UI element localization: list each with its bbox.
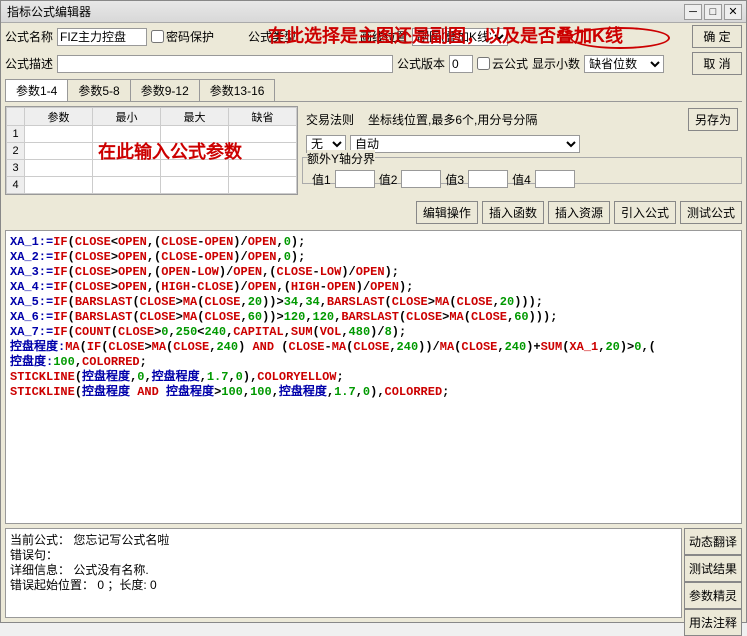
lbl-dec: 显示小数	[532, 55, 580, 72]
minimize-btn[interactable]: ─	[684, 4, 702, 20]
param-2-2[interactable]	[161, 143, 228, 159]
row-name: 公式名称 密码保护 公式类型 画线位置 副图(叠加K线) 确 定	[1, 23, 746, 50]
param-3-1[interactable]	[93, 160, 160, 176]
param-grid: 参数最小最大缺省1234	[5, 106, 298, 195]
param-1-1[interactable]	[93, 126, 160, 142]
select-dec[interactable]: 缺省位数	[584, 55, 664, 73]
code-editor[interactable]: XA_1:=IF(CLOSE<OPEN,(CLOSE-OPEN)/OPEN,0)…	[5, 230, 742, 524]
lbl-name: 公式名称	[5, 28, 53, 45]
btn-testres[interactable]: 测试结果	[684, 555, 742, 582]
toolbar-row: 编辑操作 插入函数 插入资源 引入公式 测试公式	[1, 199, 746, 226]
mid-area: 参数最小最大缺省1234 交易法则 坐标线位置,最多6个,用分号分隔 另存为 无…	[1, 102, 746, 199]
param-1-0[interactable]	[25, 126, 92, 142]
lbl-type: 公式类型	[248, 28, 296, 45]
row-rule: 交易法则 坐标线位置,最多6个,用分号分隔 另存为	[302, 106, 742, 133]
param-2-3[interactable]	[229, 143, 296, 159]
param-1-2[interactable]	[161, 126, 228, 142]
chk-cloud[interactable]: 云公式	[477, 55, 528, 72]
param-tabs: 参数1-4参数5-8参数9-12参数13-16	[5, 79, 742, 102]
btn-editop[interactable]: 编辑操作	[416, 201, 478, 224]
btn-impform[interactable]: 引入公式	[614, 201, 676, 224]
btn-saveas[interactable]: 另存为	[688, 108, 738, 131]
input-v3[interactable]	[468, 170, 508, 188]
input-ver[interactable]	[449, 55, 473, 73]
btn-test[interactable]: 测试公式	[680, 201, 742, 224]
tab-2[interactable]: 参数9-12	[130, 79, 200, 101]
param-2-0[interactable]	[25, 143, 92, 159]
param-4-3[interactable]	[229, 177, 296, 193]
maximize-btn[interactable]: □	[704, 4, 722, 20]
lbl-extra-y: 额外Y轴分界	[307, 150, 375, 167]
input-desc[interactable]	[57, 55, 393, 73]
btn-cancel[interactable]: 取 消	[692, 52, 742, 75]
btn-dyntrans[interactable]: 动态翻译	[684, 528, 742, 555]
rule-hint: 坐标线位置,最多6个,用分号分隔	[368, 111, 537, 128]
btn-paramwiz[interactable]: 参数精灵	[684, 582, 742, 609]
select-pos[interactable]: 副图(叠加K线)	[412, 28, 508, 46]
input-v2[interactable]	[401, 170, 441, 188]
btn-insres[interactable]: 插入资源	[548, 201, 610, 224]
param-4-1[interactable]	[93, 177, 160, 193]
btn-insfunc[interactable]: 插入函数	[482, 201, 544, 224]
titlebar[interactable]: 指标公式编辑器 ─ □ ✕	[1, 1, 746, 23]
editor-window: 指标公式编辑器 ─ □ ✕ 在此选择是主图还是副图，以及是否叠加K线 在此输入公…	[0, 0, 747, 623]
param-4-0[interactable]	[25, 177, 92, 193]
row-desc: 公式描述 公式版本 云公式 显示小数 缺省位数 取 消	[1, 50, 746, 77]
input-v1[interactable]	[335, 170, 375, 188]
tab-0[interactable]: 参数1-4	[5, 79, 68, 101]
lbl-desc: 公式描述	[5, 55, 53, 72]
msg-box: 当前公式： 您忘记写公式名啦 错误句： 详细信息： 公式没有名称. 错误起始位置…	[5, 528, 682, 618]
param-3-3[interactable]	[229, 160, 296, 176]
lbl-ver: 公式版本	[397, 55, 445, 72]
input-v4[interactable]	[535, 170, 575, 188]
tab-1[interactable]: 参数5-8	[67, 79, 130, 101]
param-3-0[interactable]	[25, 160, 92, 176]
chk-pwd[interactable]: 密码保护	[151, 28, 214, 45]
window-title: 指标公式编辑器	[5, 3, 684, 20]
param-2-1[interactable]	[93, 143, 160, 159]
btn-ok[interactable]: 确 定	[692, 25, 742, 48]
lbl-pos: 画线位置	[360, 28, 408, 45]
bottom-area: 当前公式： 您忘记写公式名啦 错误句： 详细信息： 公式没有名称. 错误起始位置…	[5, 528, 742, 618]
param-3-2[interactable]	[161, 160, 228, 176]
select-rule-auto[interactable]: 自动	[350, 135, 580, 153]
tab-3[interactable]: 参数13-16	[199, 79, 276, 101]
param-4-2[interactable]	[161, 177, 228, 193]
close-btn[interactable]: ✕	[724, 4, 742, 20]
param-1-3[interactable]	[229, 126, 296, 142]
input-name[interactable]	[57, 28, 147, 46]
lbl-rule: 交易法则	[306, 111, 354, 128]
